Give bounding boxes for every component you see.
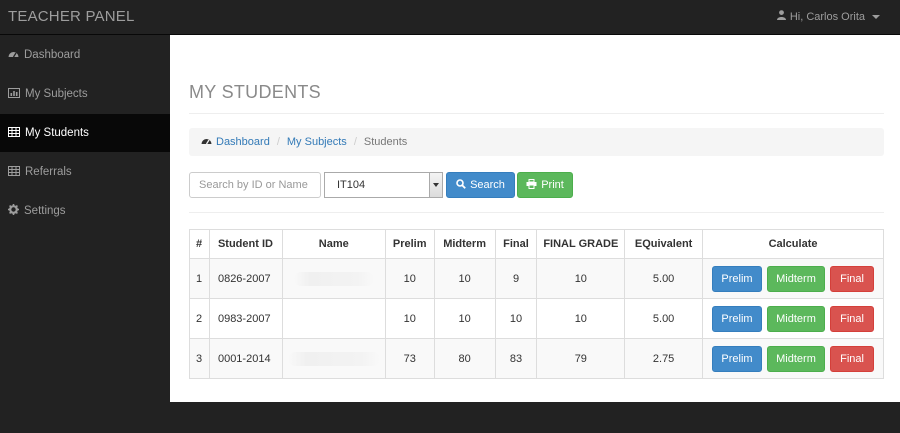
user-icon [776, 10, 786, 23]
search-icon [456, 178, 466, 192]
final-grade: 9 [494, 258, 538, 299]
calc-prelim-button[interactable]: Prelim [712, 305, 763, 332]
page-title: MY STUDENTS [189, 82, 321, 102]
student-id: 0983-2007 [208, 298, 283, 339]
caret-down-icon [872, 14, 880, 19]
header-number: # [189, 229, 210, 259]
table-icon [8, 165, 20, 179]
header-midterm: Midterm [433, 229, 496, 259]
print-button[interactable]: Print [517, 172, 573, 198]
row-number: 2 [189, 298, 210, 339]
row-number: 3 [189, 338, 210, 379]
sidebar-item-referrals[interactable]: Referrals [0, 153, 170, 191]
search-button-label: Search [470, 179, 505, 191]
sidebar-item-my-students[interactable]: My Students [0, 114, 170, 152]
name-redacted [287, 351, 380, 366]
table-row: 2 0983-2007 10 10 10 10 5.00 Prelim Midt… [189, 298, 884, 339]
prelim-grade: 73 [384, 338, 435, 379]
final-grade-total: 10 [536, 258, 626, 299]
search-button[interactable]: Search [446, 172, 515, 198]
dropdown-arrow-icon[interactable] [429, 173, 442, 197]
sidebar-item-label: Settings [24, 205, 66, 217]
breadcrumb-separator: / [353, 136, 357, 148]
dashboard-icon [8, 49, 19, 62]
chart-icon [8, 87, 20, 101]
breadcrumb-current: Students [363, 136, 408, 148]
table-header-row: # Student ID Name Prelim Midterm Final F… [189, 229, 884, 259]
breadcrumb-link-dashboard[interactable]: Dashboard [216, 136, 270, 148]
students-table: # Student ID Name Prelim Midterm Final F… [189, 229, 884, 379]
header-student-id: Student ID [208, 229, 283, 259]
final-grade-total: 79 [536, 338, 626, 379]
sidebar: Dashboard My Subjects My Students Referr… [0, 35, 170, 433]
student-name [281, 338, 386, 379]
header-prelim: Prelim [384, 229, 435, 259]
calculate-cell: Prelim Midterm Final [702, 298, 884, 339]
header-calculate: Calculate [702, 229, 884, 259]
dashboard-icon [201, 136, 212, 148]
calc-midterm-button[interactable]: Midterm [767, 305, 826, 332]
print-icon [526, 178, 537, 192]
equivalent-grade: 5.00 [624, 258, 704, 299]
calc-prelim-button[interactable]: Prelim [712, 345, 763, 372]
sidebar-item-dashboard[interactable]: Dashboard [0, 36, 170, 74]
name-redacted [293, 271, 374, 286]
prelim-grade: 10 [384, 258, 435, 299]
table-row: 1 0826-2007 10 10 9 10 5.00 Prelim Midte… [189, 258, 884, 299]
print-button-label: Print [541, 179, 564, 191]
calc-final-button[interactable]: Final [830, 345, 875, 372]
toolbar-divider [189, 212, 884, 213]
subject-select[interactable]: IT104 [324, 172, 443, 198]
sidebar-item-settings[interactable]: Settings [0, 192, 170, 230]
equivalent-grade: 2.75 [624, 338, 704, 379]
student-id: 0001-2014 [208, 338, 283, 379]
sidebar-item-label: My Subjects [25, 88, 88, 100]
calculate-cell: Prelim Midterm Final [702, 338, 884, 379]
sidebar-item-my-subjects[interactable]: My Subjects [0, 75, 170, 113]
row-number: 1 [189, 258, 210, 299]
header-equivalent: EQuivalent [624, 229, 704, 259]
breadcrumb: Dashboard / My Subjects / Students [189, 128, 884, 156]
breadcrumb-separator: / [276, 136, 280, 148]
main-content: MY STUDENTS Dashboard / My Subjects / St… [170, 35, 900, 402]
calc-midterm-button[interactable]: Midterm [767, 265, 826, 292]
header-final-grade: FINAL GRADE [536, 229, 626, 259]
prelim-grade: 10 [384, 298, 435, 339]
search-input[interactable] [189, 172, 321, 198]
calc-final-button[interactable]: Final [830, 305, 875, 332]
midterm-grade: 80 [433, 338, 496, 379]
subject-select-value: IT104 [337, 179, 366, 191]
sidebar-item-label: Dashboard [24, 49, 81, 61]
calc-prelim-button[interactable]: Prelim [712, 265, 763, 292]
top-navbar: TEACHER PANEL Hi, Carlos Orita [0, 0, 900, 35]
midterm-grade: 10 [433, 298, 496, 339]
table-icon [8, 126, 20, 140]
title-divider [189, 113, 884, 114]
student-name [281, 298, 386, 339]
sidebar-item-label: Referrals [25, 166, 72, 178]
breadcrumb-link-my-subjects[interactable]: My Subjects [287, 136, 347, 148]
header-final: Final [494, 229, 538, 259]
gear-icon [8, 204, 19, 218]
calc-final-button[interactable]: Final [830, 265, 875, 292]
brand-title[interactable]: TEACHER PANEL [8, 8, 135, 25]
final-grade: 10 [494, 298, 538, 339]
student-name [281, 258, 386, 299]
calculate-cell: Prelim Midterm Final [702, 258, 884, 299]
final-grade-total: 10 [536, 298, 626, 339]
midterm-grade: 10 [433, 258, 496, 299]
header-name: Name [281, 229, 386, 259]
user-greeting: Hi, Carlos Orita [789, 10, 865, 23]
equivalent-grade: 5.00 [624, 298, 704, 339]
final-grade: 83 [494, 338, 538, 379]
sidebar-item-label: My Students [25, 127, 89, 139]
user-menu[interactable]: Hi, Carlos Orita [776, 10, 880, 23]
calc-midterm-button[interactable]: Midterm [767, 345, 826, 372]
student-id: 0826-2007 [208, 258, 283, 299]
table-row: 3 0001-2014 73 80 83 79 2.75 Prelim Midt… [189, 338, 884, 379]
